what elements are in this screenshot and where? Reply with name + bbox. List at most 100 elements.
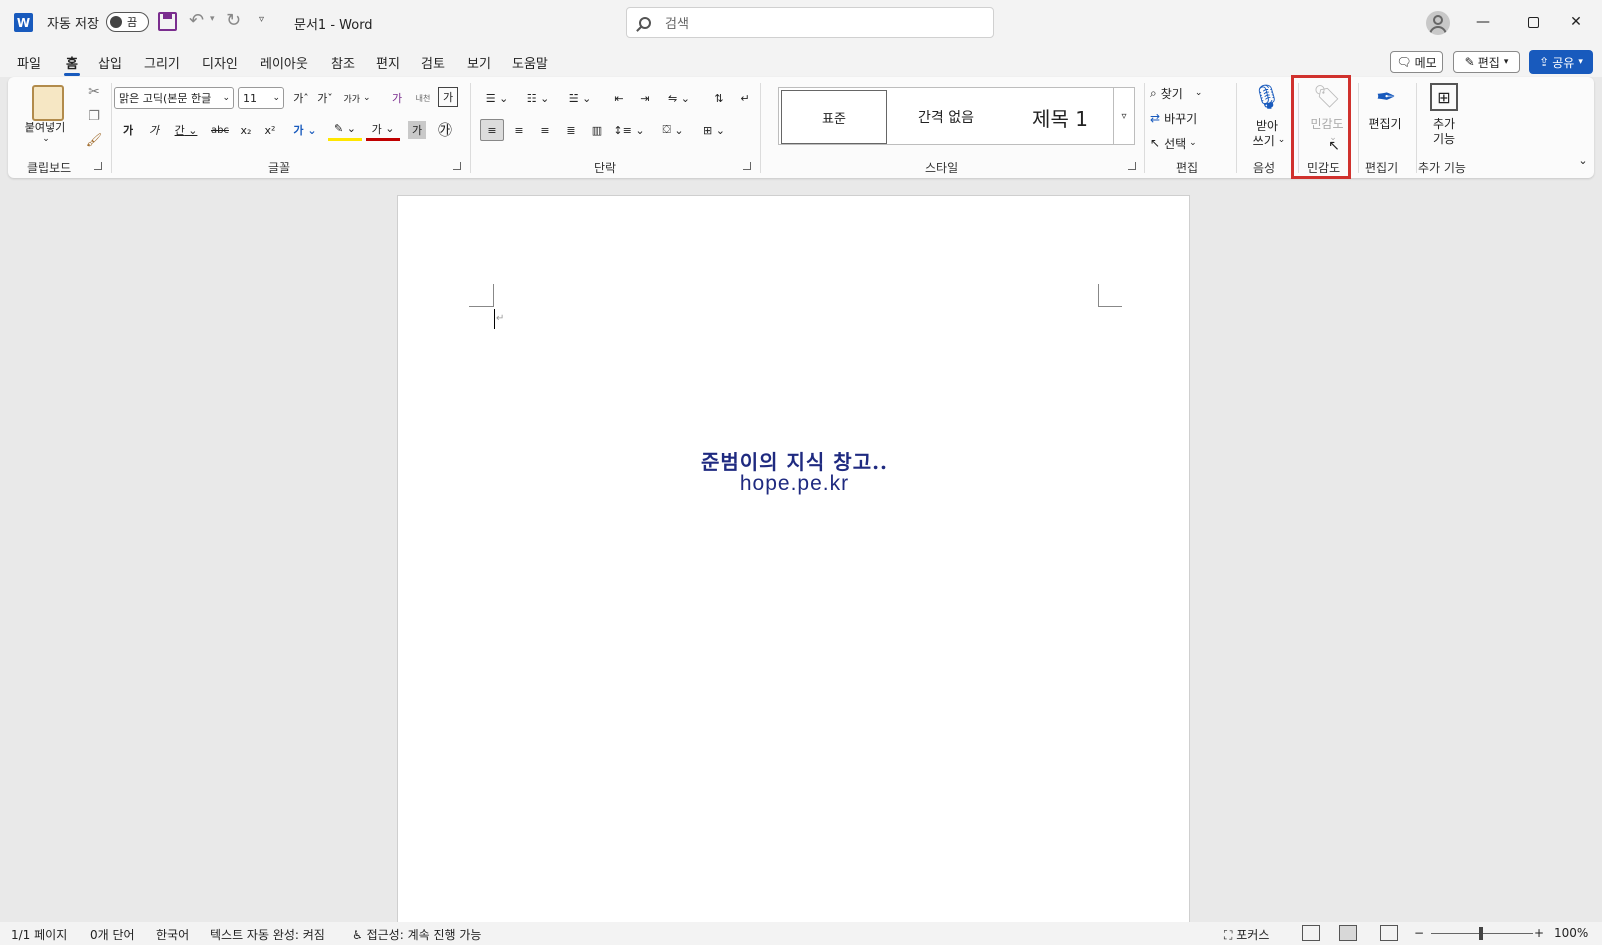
text-predictions-status[interactable]: 텍스트 자동 완성: 켜짐 [210,926,325,943]
tab-layout[interactable]: 레이아웃 [260,53,308,72]
replace-button[interactable]: ⇄ 바꾸기 [1150,108,1232,128]
shading-button[interactable]: ⛋ ⌄ [656,119,690,141]
tab-insert[interactable]: 삽입 [98,53,122,72]
tab-references[interactable]: 참조 [331,53,355,72]
line-spacing-button[interactable]: ↕≡ ⌄ [612,119,646,141]
accessibility-status[interactable]: ♿ 접근성: 계속 진행 가능 [352,926,481,943]
dictate-button[interactable]: 쓰기 ⌄ [1244,132,1294,148]
style-no-spacing[interactable]: 간격 없음 [891,90,1001,144]
minimize-button[interactable]: — [1460,8,1506,36]
style-normal[interactable]: 표준 [781,90,887,144]
asian-layout-button[interactable]: ⇋ ⌄ [662,87,696,109]
save-icon[interactable] [158,12,177,31]
maximize-button[interactable] [1510,8,1556,36]
word-count[interactable]: 0개 단어 [90,926,135,943]
copy-icon[interactable]: ❐ [85,107,103,125]
zoom-out-button[interactable]: − [1414,926,1424,940]
close-button[interactable]: ✕ [1556,8,1596,36]
tab-review[interactable]: 검토 [421,53,445,72]
editor-pen-icon[interactable]: ✒ [1370,81,1402,113]
tab-mailings[interactable]: 편지 [376,53,400,72]
ribbon-collapse-icon[interactable]: ⌄ [1576,153,1590,167]
superscript-button[interactable]: x² [260,119,280,141]
clipboard-launcher-icon[interactable] [94,162,102,170]
numbering-button[interactable]: ☷ ⌄ [520,87,556,109]
tab-view[interactable]: 보기 [467,53,491,72]
align-left-icon[interactable]: ≡ [480,119,504,141]
paragraph-launcher-icon[interactable] [743,162,751,170]
italic-button[interactable]: 가 [144,119,164,141]
character-border-button[interactable]: 가 [438,87,458,107]
increase-indent-icon[interactable]: ⇥ [634,87,656,109]
zoom-slider-thumb[interactable] [1479,927,1483,940]
text-effects-button[interactable]: 가 ⌄ [288,119,322,141]
tab-file[interactable]: 파일 [17,53,41,72]
tab-draw[interactable]: 그리기 [144,53,180,72]
paste-icon[interactable] [30,83,66,123]
show-marks-icon[interactable]: ↵ [734,87,756,109]
cut-icon[interactable]: ✂ [85,83,103,101]
shrink-font-button[interactable]: 가ˇ [314,87,336,109]
justify-icon[interactable]: ≣ [560,119,582,141]
font-color-button[interactable]: 가 ⌄ [366,119,400,141]
bullets-button[interactable]: ☰ ⌄ [480,87,514,109]
font-launcher-icon[interactable] [453,162,461,170]
underline-button[interactable]: 간 ⌄ [168,119,204,141]
change-case-button[interactable]: 가가 ⌄ [340,87,374,109]
language-indicator[interactable]: 한국어 [156,926,189,943]
distributed-icon[interactable]: ▥ [586,119,608,141]
focus-button[interactable]: ⛶ 포커스 [1224,926,1269,943]
share-button[interactable]: ⇪ 공유 ▾ [1529,50,1593,74]
word-app-icon[interactable]: W [14,13,33,32]
comments-button[interactable]: 🗨 메모 [1390,51,1443,73]
microphone-icon[interactable]: 🎙 [1252,81,1282,113]
style-heading-1[interactable]: 제목 1 [1005,90,1115,144]
customize-qat-icon[interactable]: ▿ [259,14,264,25]
page-count[interactable]: 1/1 페이지 [11,926,67,943]
zoom-level[interactable]: 100% [1554,926,1588,940]
phonetic-guide-button[interactable]: 내천 [412,87,434,109]
multilevel-list-button[interactable]: ☱ ⌄ [562,87,598,109]
align-right-icon[interactable]: ≡ [534,119,556,141]
search-box[interactable]: 검색 [626,7,994,38]
redo-icon[interactable]: ↻ [226,10,241,31]
styles-launcher-icon[interactable] [1128,162,1136,170]
autosave-toggle[interactable]: 끔 [106,12,149,32]
align-center-icon[interactable]: ≡ [508,119,530,141]
select-button[interactable]: ↖ 선택 ⌄ [1150,133,1232,153]
format-painter-icon[interactable]: 🖌 [85,131,103,149]
addins-label-2[interactable]: 기능 [1422,130,1466,146]
font-size-combo[interactable]: 11 ⌄ [238,87,284,109]
strikethrough-button[interactable]: abc [208,119,232,141]
tab-home[interactable]: 홈 [64,53,80,76]
print-layout-icon[interactable] [1339,925,1357,941]
undo-icon[interactable]: ↶ [189,10,204,31]
editing-mode-label: 편집 [1477,55,1500,70]
subscript-button[interactable]: x₂ [236,119,256,141]
font-name-combo[interactable]: 맑은 고딕(본문 한글 ⌄ [114,87,234,109]
tab-design[interactable]: 디자인 [202,53,238,72]
clear-format-button[interactable]: 가 [386,87,408,109]
find-label: 찾기 [1160,86,1183,101]
decrease-indent-icon[interactable]: ⇤ [608,87,630,109]
styles-more-button[interactable]: ▿ [1113,87,1135,145]
tab-help[interactable]: 도움말 [512,53,548,72]
sort-icon[interactable]: ⇅ [708,87,730,109]
editor-button[interactable]: 편집기 [1362,115,1408,131]
account-avatar[interactable] [1426,11,1450,35]
web-layout-icon[interactable] [1380,925,1398,941]
highlight-button[interactable]: ✎ ⌄ [328,119,362,141]
zoom-in-button[interactable]: + [1534,926,1544,940]
character-shading-button[interactable]: 가 [408,121,426,139]
enclose-characters-button[interactable]: ㉮ [434,119,456,141]
grow-font-button[interactable]: 가ˆ [290,87,312,109]
addins-icon[interactable]: ⊞ [1430,83,1458,111]
bold-button[interactable]: 가 [118,119,138,141]
read-mode-icon[interactable] [1302,925,1320,941]
document-page[interactable]: ↵ 준범이의 지식 창고.. hope.pe.kr [397,195,1190,925]
find-button[interactable]: ⌕ 찾기 ⌄ [1150,83,1232,103]
paste-dropdown-icon[interactable]: ⌄ [38,133,54,145]
undo-dropdown-icon[interactable]: ▾ [210,14,215,24]
editing-mode-button[interactable]: ✎ 편집 ▾ [1453,51,1520,73]
borders-button[interactable]: ⊞ ⌄ [696,119,732,141]
